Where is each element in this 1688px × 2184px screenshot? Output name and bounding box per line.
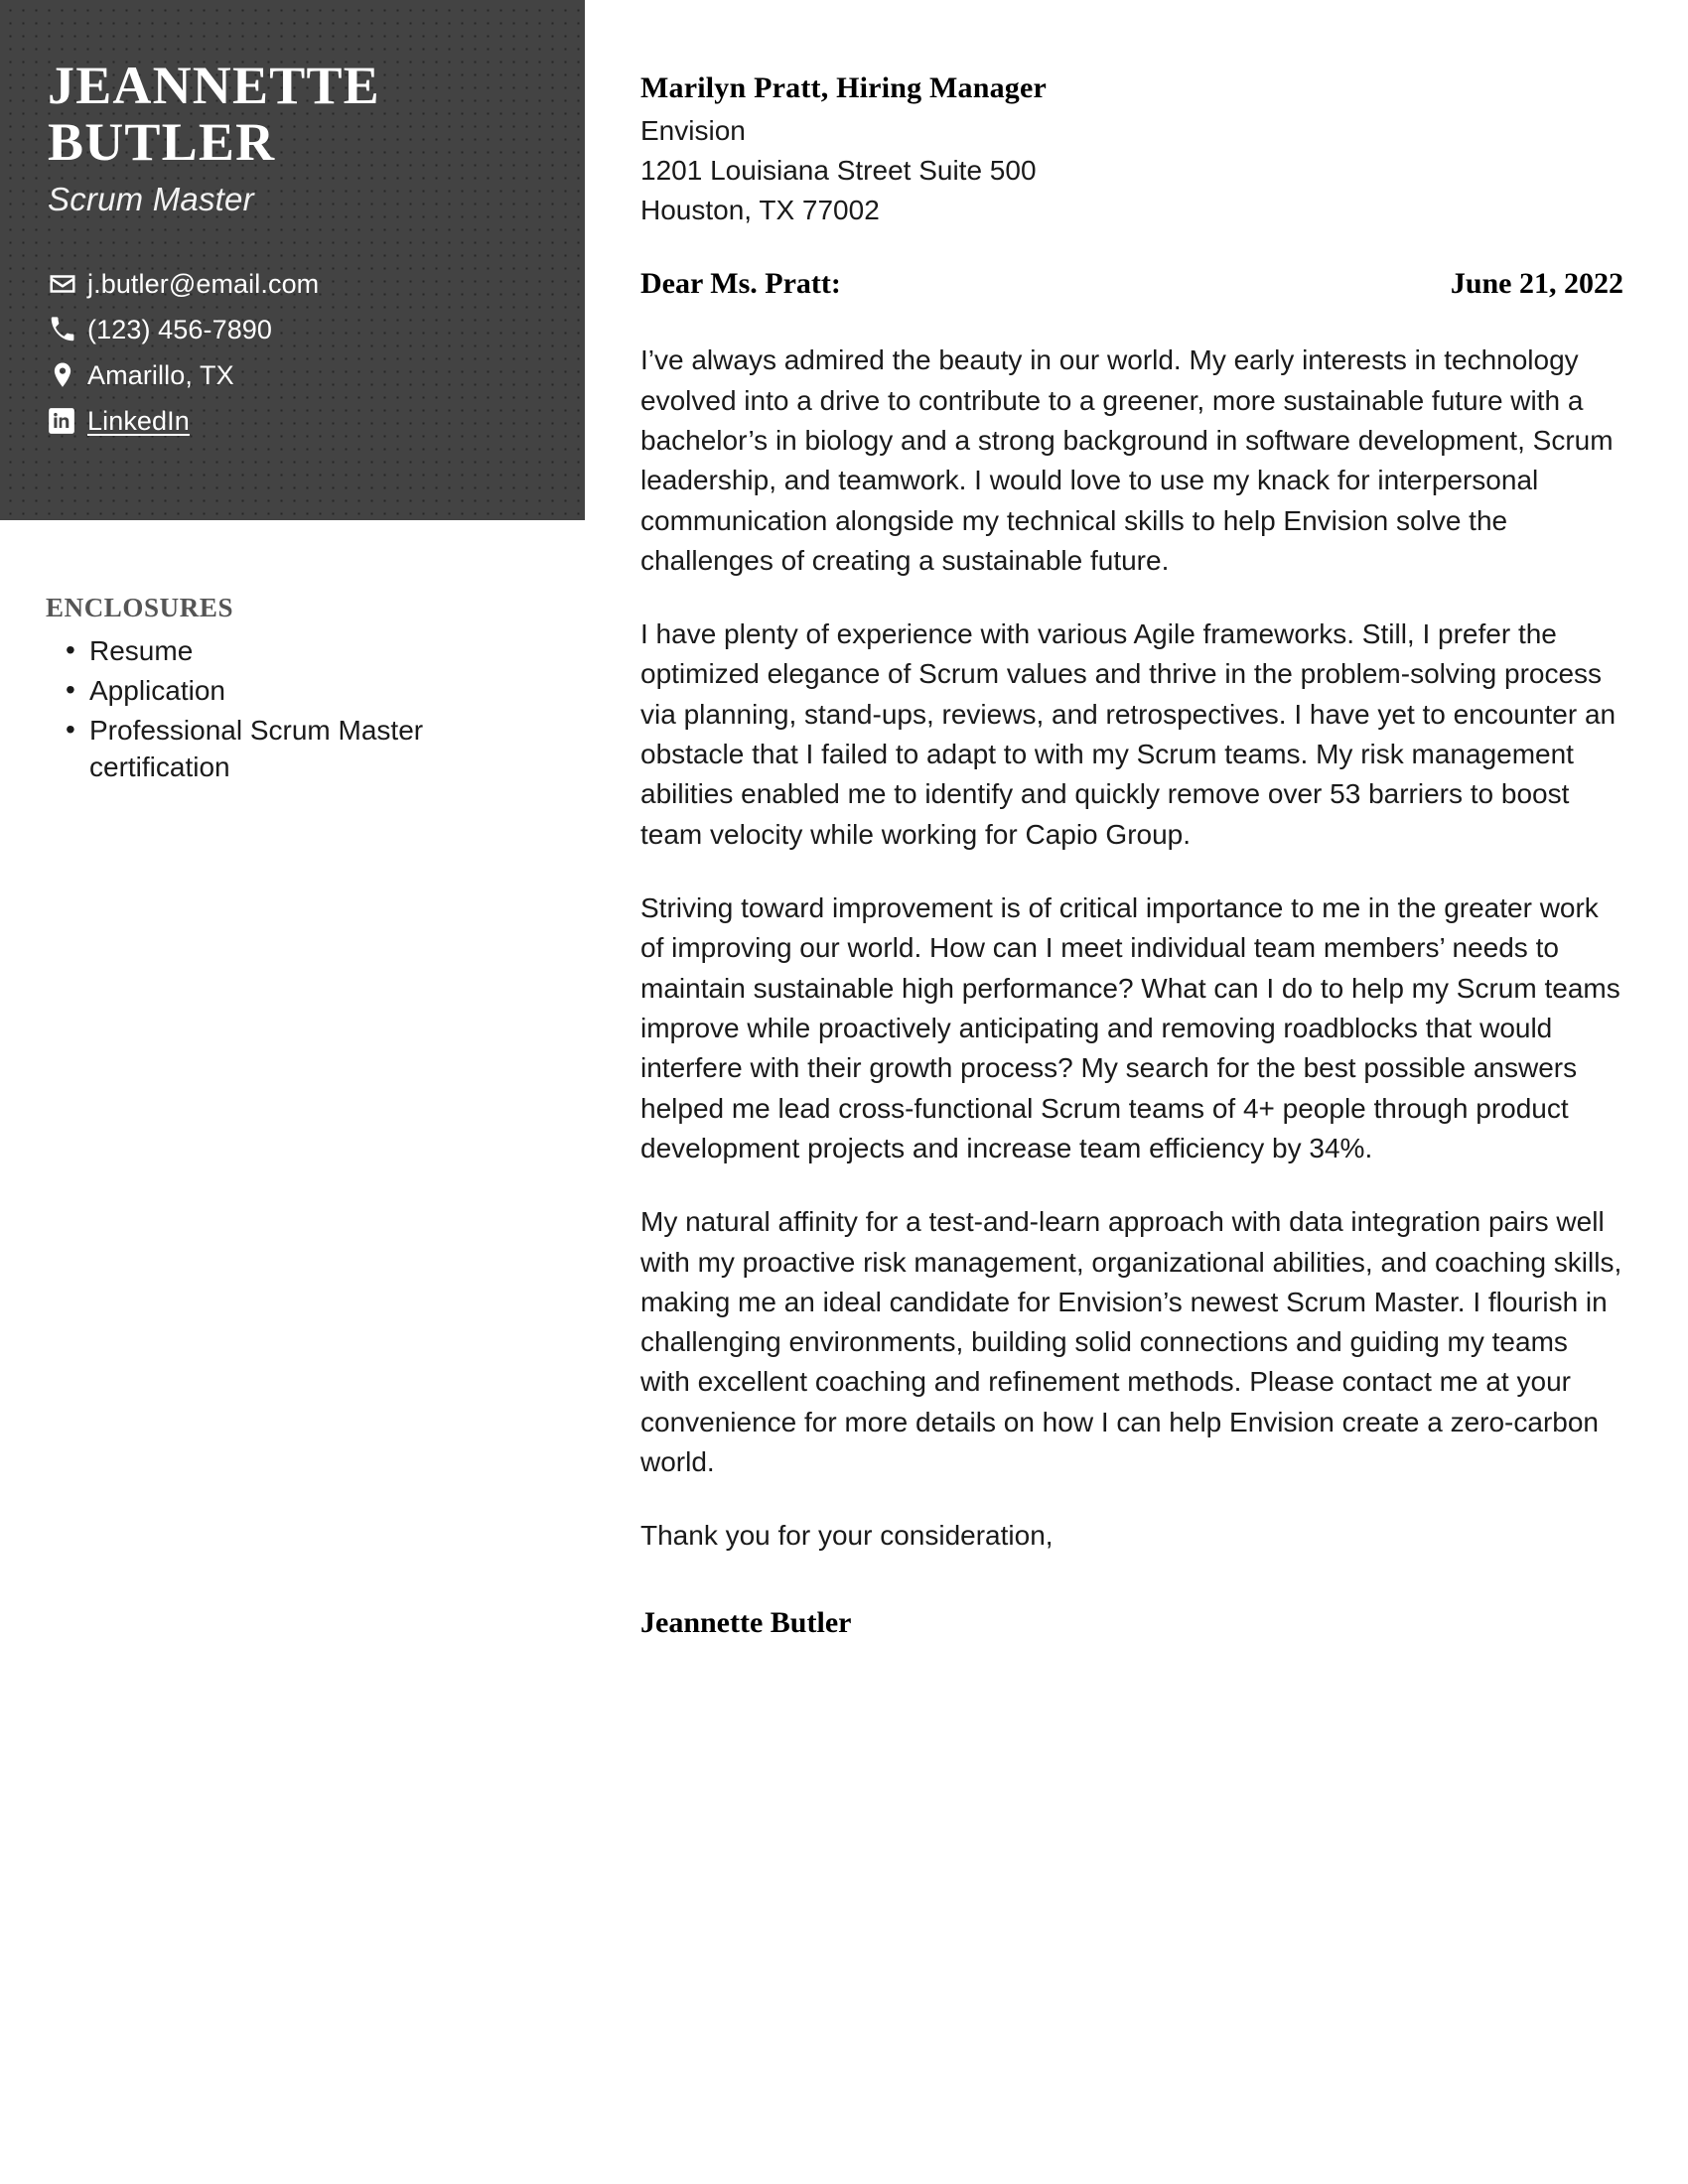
recipient-city: Houston, TX 77002 xyxy=(640,194,880,225)
enclosures-list: Resume Application Professional Scrum Ma… xyxy=(46,632,562,786)
enclosures-heading: ENCLOSURES xyxy=(46,593,234,622)
letter-paragraph: My natural affinity for a test-and-learn… xyxy=(640,1206,1622,1478)
recipient-block: Marilyn Pratt, Hiring Manager Envision 1… xyxy=(640,71,1623,229)
recipient-company: Envision xyxy=(640,115,746,146)
contact-phone[interactable]: (123) 456-7890 xyxy=(48,308,555,351)
sidebar-panel: JEANNETTE BUTLER Scrum Master j.butler@e… xyxy=(0,0,585,520)
map-pin-icon xyxy=(48,360,81,390)
contact-location-text: Amarillo, TX xyxy=(87,359,234,390)
salutation: Dear Ms. Pratt: xyxy=(640,267,841,301)
contact-location: Amarillo, TX xyxy=(48,353,555,397)
letter-body: Marilyn Pratt, Hiring Manager Envision 1… xyxy=(640,71,1623,1640)
recipient-name: Marilyn Pratt, Hiring Manager xyxy=(640,71,1048,104)
list-item: Professional Scrum Master certification xyxy=(46,712,562,786)
linkedin-icon xyxy=(48,407,81,435)
phone-icon xyxy=(48,315,81,344)
list-item: Application xyxy=(46,672,562,710)
recipient-street: 1201 Louisiana Street Suite 500 xyxy=(640,154,1037,186)
contact-linkedin[interactable]: LinkedIn xyxy=(48,399,555,443)
candidate-first-name: JEANNETTE xyxy=(48,56,380,115)
list-item: Resume xyxy=(46,632,562,670)
letter-paragraphs: I’ve always admired the beauty in our wo… xyxy=(640,341,1623,1482)
candidate-last-name: BUTLER xyxy=(48,112,276,173)
letter-paragraph: I’ve always admired the beauty in our wo… xyxy=(640,344,1614,576)
contact-list: j.butler@email.com (123) 456-7890 Amaril… xyxy=(48,262,555,443)
letter-paragraph: I have plenty of experience with various… xyxy=(640,618,1617,850)
contact-email[interactable]: j.butler@email.com xyxy=(48,262,555,306)
envelope-icon xyxy=(48,269,81,299)
contact-phone-text: (123) 456-7890 xyxy=(87,314,273,344)
salutation-row: Dear Ms. Pratt: June 21, 2022 xyxy=(640,267,1623,301)
sidebar-content: JEANNETTE BUTLER Scrum Master j.butler@e… xyxy=(48,56,555,445)
enclosures-section: ENCLOSURES Resume Application Profession… xyxy=(46,593,562,789)
letter-paragraph: Striving toward improvement is of critic… xyxy=(640,892,1620,1163)
letter-signature: Jeannette Butler xyxy=(640,1605,852,1639)
letter-closing: Thank you for your consideration, xyxy=(640,1520,1054,1552)
candidate-job-title: Scrum Master xyxy=(48,181,254,218)
contact-linkedin-text[interactable]: LinkedIn xyxy=(87,406,190,437)
letter-date: June 21, 2022 xyxy=(1450,267,1623,301)
contact-email-text: j.butler@email.com xyxy=(87,268,320,299)
